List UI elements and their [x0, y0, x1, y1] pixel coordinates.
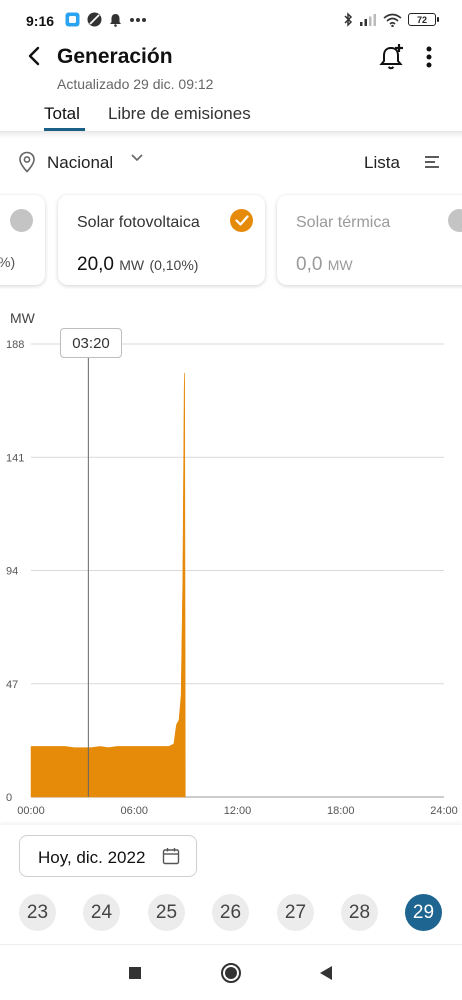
overflow-menu-button[interactable] — [418, 42, 440, 72]
x-tick-label: 00:00 — [17, 805, 45, 817]
x-tick-label: 24:00 — [430, 805, 458, 817]
checkmark-icon — [230, 209, 253, 232]
calendar-icon — [162, 848, 180, 865]
bell-status-icon — [110, 13, 121, 27]
square-icon — [129, 967, 141, 979]
y-tick-label: 94 — [6, 566, 18, 578]
date-row: Hoy, dic. 2022 — [0, 825, 462, 885]
status-time: 9:16 — [26, 13, 55, 29]
status-right-icons: 72 — [344, 12, 439, 27]
more-notifications-icon — [130, 17, 146, 22]
dnd-icon — [87, 12, 102, 27]
battery-icon: 72 — [408, 13, 439, 26]
bluetooth-icon — [344, 12, 353, 27]
add-alert-button[interactable] — [377, 42, 407, 72]
day-button[interactable]: 28 — [341, 894, 378, 931]
y-tick-label: 188 — [6, 339, 24, 351]
series-area — [30, 372, 186, 798]
day-button[interactable]: 24 — [83, 894, 120, 931]
card-value-unit: MW — [119, 257, 145, 273]
day-selector: 23 24 25 26 27 28 29 — [0, 894, 462, 934]
unselected-indicator — [10, 209, 33, 232]
technology-card-previous[interactable]: %) — [0, 195, 45, 285]
circle-icon — [221, 963, 241, 983]
card-value: 20,0 MW (0,10%) — [77, 254, 198, 276]
location-pin-icon — [19, 151, 35, 173]
more-vert-icon — [426, 46, 432, 68]
signal-icon — [360, 14, 376, 26]
battery-level: 72 — [416, 14, 427, 25]
day-button[interactable]: 23 — [19, 894, 56, 931]
cursor-time-label[interactable]: 03:20 — [60, 328, 122, 358]
card-value-number: 20,0 — [77, 254, 114, 275]
back-arrow-icon — [28, 46, 40, 66]
recents-button[interactable] — [123, 961, 147, 985]
app-notification-icon — [65, 12, 80, 27]
status-bar: 9:16 72 — [0, 0, 462, 40]
date-picker-button[interactable]: Hoy, dic. 2022 — [19, 835, 197, 877]
unselected-indicator — [448, 209, 462, 232]
location-selector[interactable]: Nacional — [47, 153, 113, 173]
x-tick-label: 06:00 — [120, 805, 148, 817]
tab-bar: Total Libre de emisiones — [0, 100, 462, 132]
back-nav-button[interactable] — [314, 961, 338, 985]
card-value: 0,0 MW — [296, 254, 353, 276]
back-button[interactable] — [20, 42, 48, 70]
date-picker-label: Hoy, dic. 2022 — [38, 848, 146, 867]
card-value-number: 0,0 — [296, 254, 323, 275]
technology-cards: %) Solar fotovoltaica 20,0 MW (0,10%) So… — [0, 193, 462, 289]
tab-total[interactable]: Total — [44, 104, 80, 124]
filter-row: Nacional Lista — [0, 145, 462, 181]
generation-chart[interactable]: MW 0 47 94 141 188 00:00 06:00 12:00 18:00 24:00 … — [0, 300, 462, 825]
home-button[interactable] — [219, 961, 243, 985]
day-button[interactable]: 26 — [212, 894, 249, 931]
x-tick-label: 18:00 — [327, 805, 355, 817]
technology-card-solar-fotovoltaica[interactable]: Solar fotovoltaica 20,0 MW (0,10%) — [58, 195, 265, 285]
page-title: Generación — [57, 45, 173, 68]
chevron-down-icon[interactable] — [131, 154, 143, 162]
wifi-icon — [383, 13, 402, 27]
card-value-percent: (0,10%) — [149, 257, 199, 273]
tab-libre-de-emisiones[interactable]: Libre de emisiones — [108, 104, 251, 124]
triangle-back-icon — [320, 966, 332, 980]
tab-active-indicator — [44, 128, 85, 131]
divider — [0, 132, 462, 138]
card-name: Solar fotovoltaica — [77, 214, 200, 231]
card-value-unit: MW — [327, 257, 353, 273]
day-button-selected[interactable]: 29 — [405, 894, 442, 931]
x-tick-label: 12:00 — [224, 805, 252, 817]
chart-svg: 0 47 94 141 188 00:00 06:00 12:00 18:00 24:00 — [6, 339, 458, 817]
list-sort-icon[interactable] — [424, 155, 440, 169]
list-view-button[interactable]: Lista — [364, 153, 400, 173]
app-bar: Generación Actualizado 29 dic. 09:12 — [0, 38, 462, 98]
y-tick-label: 141 — [6, 452, 24, 464]
technology-card-solar-termica[interactable]: Solar térmica 0,0 MW — [277, 195, 462, 285]
day-button[interactable]: 25 — [148, 894, 185, 931]
status-left-icons — [65, 12, 147, 27]
bell-plus-icon — [379, 44, 403, 70]
y-tick-label: 47 — [6, 679, 18, 691]
day-button[interactable]: 27 — [277, 894, 314, 931]
last-updated-text: Actualizado 29 dic. 09:12 — [57, 76, 214, 92]
card-name: Solar térmica — [296, 214, 391, 231]
card-value-fragment: %) — [0, 254, 16, 270]
system-nav-bar — [0, 944, 462, 1000]
y-tick-label: 0 — [6, 792, 12, 804]
